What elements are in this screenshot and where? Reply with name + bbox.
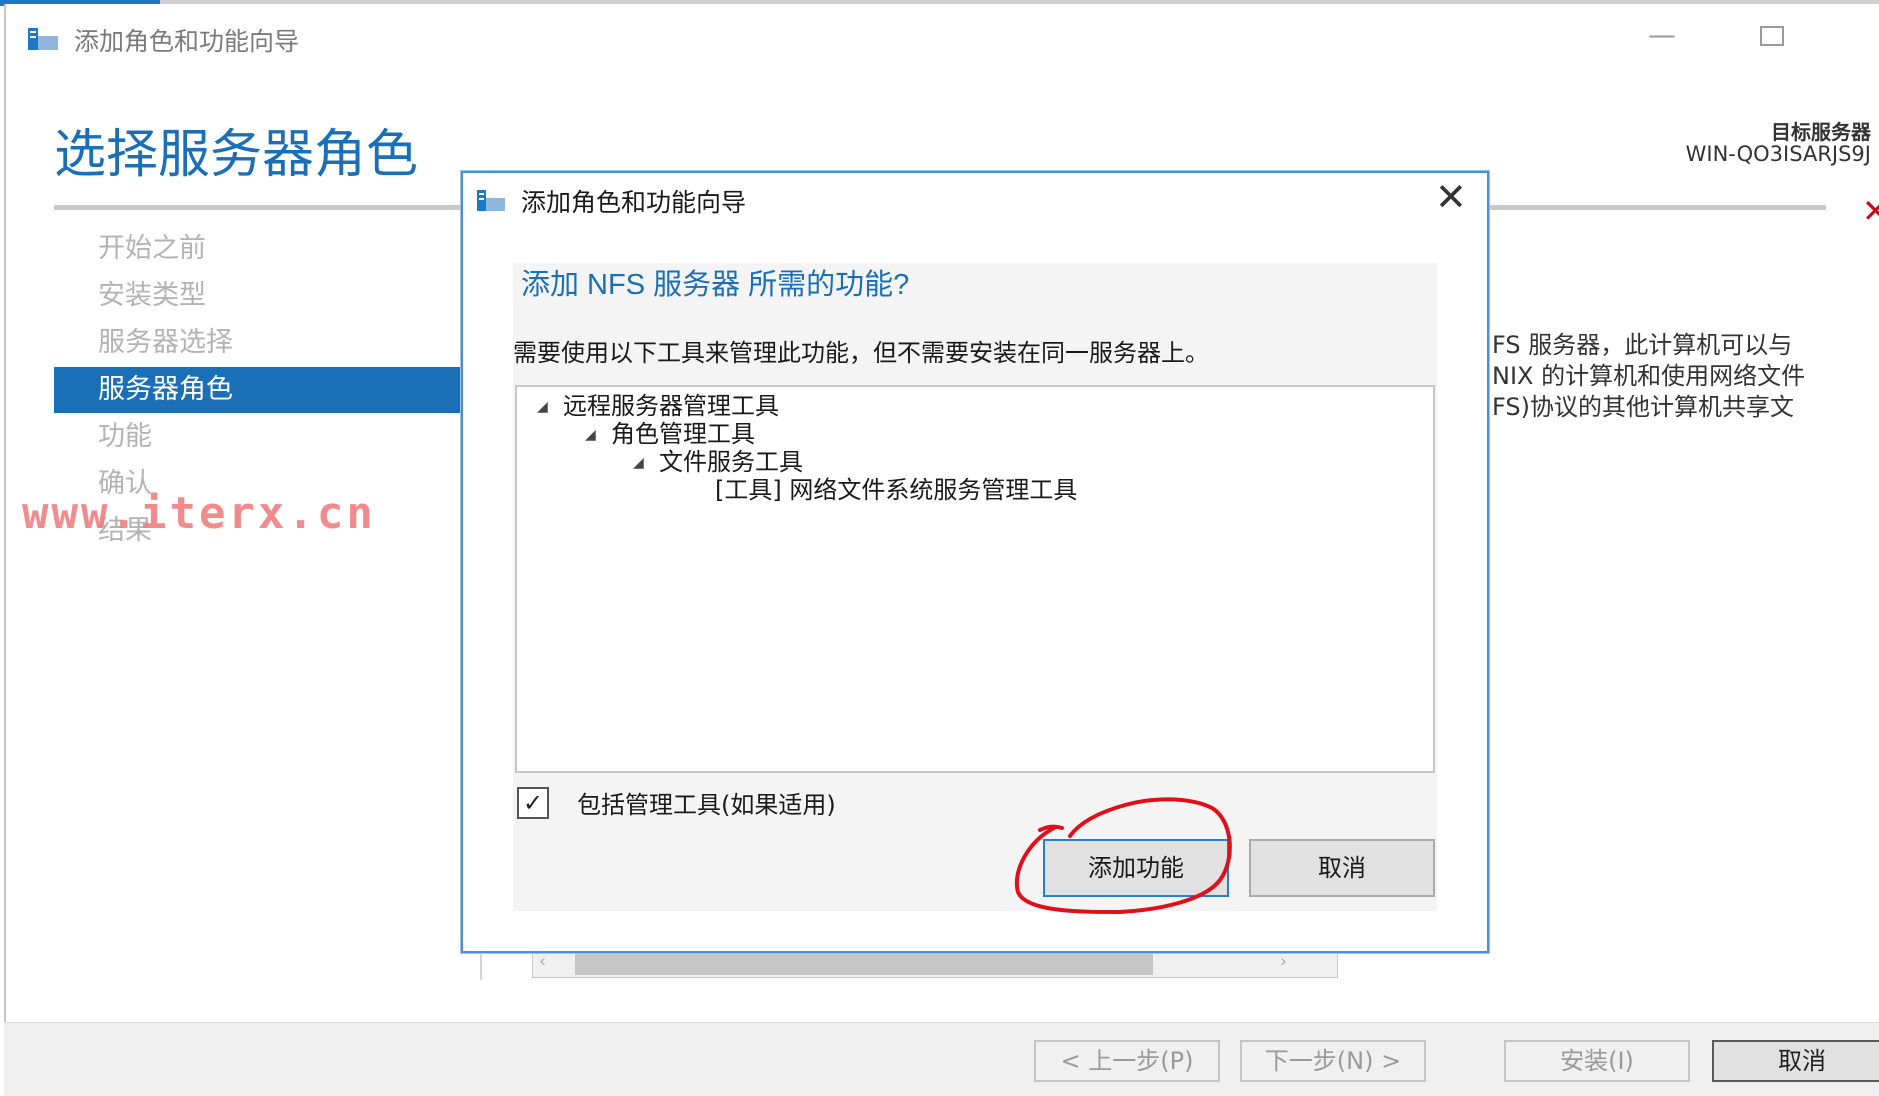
maximize-button[interactable] xyxy=(1760,26,1784,46)
description-line: NIX 的计算机和使用网络文件 xyxy=(1492,362,1806,390)
tree-node-label: [工具] 网络文件系统服务管理工具 xyxy=(715,476,1078,504)
window-title: 添加角色和功能向导 xyxy=(74,27,300,56)
tree-node[interactable]: [工具] 网络文件系统服务管理工具 xyxy=(715,475,1077,505)
nav-item-features[interactable]: 功能 xyxy=(54,414,474,460)
expand-triangle-icon[interactable]: ◢ xyxy=(537,392,563,422)
add-features-button[interactable]: 添加功能 xyxy=(1043,839,1229,897)
install-button[interactable]: 安装(I) xyxy=(1504,1040,1690,1082)
include-tools-label[interactable]: 包括管理工具(如果适用) xyxy=(577,785,836,820)
tree-node-label: 文件服务工具 xyxy=(659,448,803,476)
page-title: 选择服务器角色 xyxy=(54,126,419,184)
description-line: FS 服务器，此计算机可以与 xyxy=(1492,331,1793,359)
expand-triangle-icon[interactable]: ◢ xyxy=(585,420,611,450)
nav-item-server-selection[interactable]: 服务器选择 xyxy=(54,320,474,366)
role-description: FS 服务器，此计算机可以与 NIX 的计算机和使用网络文件 FS)协议的其他计… xyxy=(1492,330,1805,423)
include-tools-checkbox[interactable]: ✓ xyxy=(517,787,549,819)
dialog-title: 添加角色和功能向导 xyxy=(521,188,747,217)
pane-divider xyxy=(480,950,482,980)
target-server-label: 目标服务器 xyxy=(1771,120,1871,144)
features-tree[interactable]: ◢ 远程服务器管理工具 ◢ 角色管理工具 ◢ 文件服务工具 [工具] 网络文件系统服务… xyxy=(515,385,1435,773)
add-features-dialog: 添加角色和功能向导 ✕ 添加 NFS 服务器 所需的功能? 需要使用以下工具来管… xyxy=(461,171,1489,953)
target-server-name: WIN-QO3ISARJS9J xyxy=(1685,142,1871,166)
next-button[interactable]: 下一步(N) > xyxy=(1240,1040,1426,1082)
dialog-cancel-button[interactable]: 取消 xyxy=(1249,839,1435,897)
scroll-left-arrow-icon[interactable]: ‹ xyxy=(539,951,546,972)
watermark-text: www.iterx.cn xyxy=(22,488,376,539)
scroll-right-arrow-icon[interactable]: › xyxy=(1280,951,1287,972)
previous-button[interactable]: < 上一步(P) xyxy=(1034,1040,1220,1082)
close-icon[interactable]: ✕ xyxy=(1435,177,1467,217)
server-manager-icon xyxy=(28,28,58,50)
description-line: FS)协议的其他计算机共享文 xyxy=(1492,393,1794,421)
tree-node[interactable]: ◢ 文件服务工具 xyxy=(633,447,803,478)
nav-item-installation-type[interactable]: 安装类型 xyxy=(54,273,474,319)
dialog-question: 添加 NFS 服务器 所需的功能? xyxy=(521,269,910,301)
horizontal-scrollbar[interactable]: ‹ › xyxy=(532,950,1338,978)
server-manager-icon xyxy=(477,190,505,211)
red-x-icon: ✕ xyxy=(1862,192,1879,230)
scrollbar-thumb[interactable] xyxy=(575,953,1153,975)
tree-node[interactable]: ◢ 远程服务器管理工具 xyxy=(537,391,779,422)
minimize-button[interactable]: — xyxy=(1648,18,1676,51)
cancel-button[interactable]: 取消 xyxy=(1712,1040,1879,1082)
expand-triangle-icon[interactable]: ◢ xyxy=(633,448,659,478)
tree-node[interactable]: ◢ 角色管理工具 xyxy=(585,419,755,450)
nav-item-server-roles[interactable]: 服务器角色 xyxy=(54,367,474,413)
nav-item-before-you-begin[interactable]: 开始之前 xyxy=(54,226,474,272)
tree-node-label: 远程服务器管理工具 xyxy=(563,392,779,420)
dialog-instruction: 需要使用以下工具来管理此功能，但不需要安装在同一服务器上。 xyxy=(513,339,1209,367)
tree-node-label: 角色管理工具 xyxy=(611,420,755,448)
